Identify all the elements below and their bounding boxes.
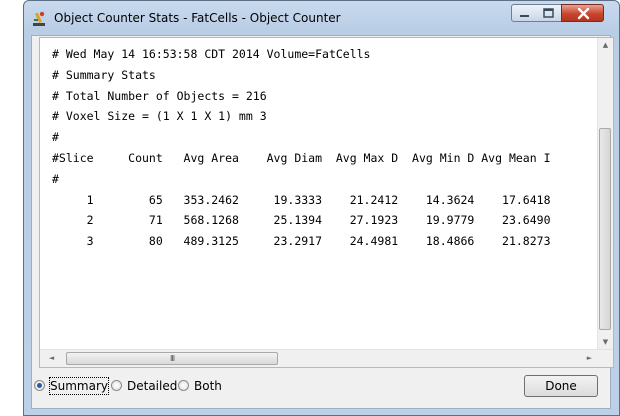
minimize-button[interactable] <box>511 4 537 22</box>
maximize-button[interactable] <box>536 4 562 22</box>
close-button[interactable] <box>561 4 604 22</box>
scroll-grip-icon: III <box>170 354 175 363</box>
scroll-left-arrow-icon[interactable]: ◄ <box>44 351 59 366</box>
title-bar[interactable]: Object Counter Stats - FatCells - Object… <box>24 1 619 35</box>
text-line: # Summary Stats <box>52 67 156 82</box>
scroll-right-arrow-icon[interactable]: ► <box>582 351 597 366</box>
stats-text-area[interactable]: # Wed May 14 16:53:58 CDT 2014 Volume=Fa… <box>39 37 614 368</box>
text-line: # Total Number of Objects = 216 <box>52 88 267 103</box>
radio-unselected-icon <box>178 380 189 391</box>
both-label: Both <box>194 379 222 393</box>
dialog-client-area: # Wed May 14 16:53:58 CDT 2014 Volume=Fa… <box>31 35 614 409</box>
vertical-scrollbar[interactable]: ▲ ▼ <box>597 38 613 350</box>
radio-unselected-icon <box>111 380 122 391</box>
detailed-label: Detailed <box>127 379 178 393</box>
scroll-up-arrow-icon[interactable]: ▲ <box>598 38 613 53</box>
window-title: Object Counter Stats - FatCells - Object… <box>54 11 341 25</box>
radio-selected-icon <box>34 380 45 391</box>
text-line: # Wed May 14 16:53:58 CDT 2014 Volume=Fa… <box>52 47 371 61</box>
summary-label: Summary <box>49 377 109 395</box>
stats-window: Object Counter Stats - FatCells - Object… <box>23 0 620 416</box>
text-line: # <box>52 171 59 186</box>
imagej-microscope-icon <box>31 10 49 28</box>
text-line: # Voxel Size = (1 X 1 X 1) mm 3 <box>52 109 267 124</box>
stats-text: # Wed May 14 16:53:58 CDT 2014 Volume=Fa… <box>52 44 551 252</box>
text-line: # <box>52 130 59 145</box>
data-row: 2 71 568.1268 25.1394 27.1923 19.9779 23… <box>52 213 551 228</box>
done-button[interactable]: Done <box>524 375 598 397</box>
column-header-line: #Slice Count Avg Area Avg Diam Avg Max D… <box>52 150 551 165</box>
vertical-scroll-thumb[interactable] <box>599 128 611 330</box>
data-row: 3 80 489.3125 23.2917 24.4981 18.4866 21… <box>52 234 551 249</box>
scroll-down-arrow-icon[interactable]: ▼ <box>598 335 613 350</box>
data-row: 1 65 353.2462 19.3333 21.2412 14.3624 17… <box>52 192 551 207</box>
horizontal-scrollbar[interactable]: ◄ III ► <box>40 349 613 367</box>
horizontal-scroll-thumb[interactable]: III <box>66 352 278 365</box>
